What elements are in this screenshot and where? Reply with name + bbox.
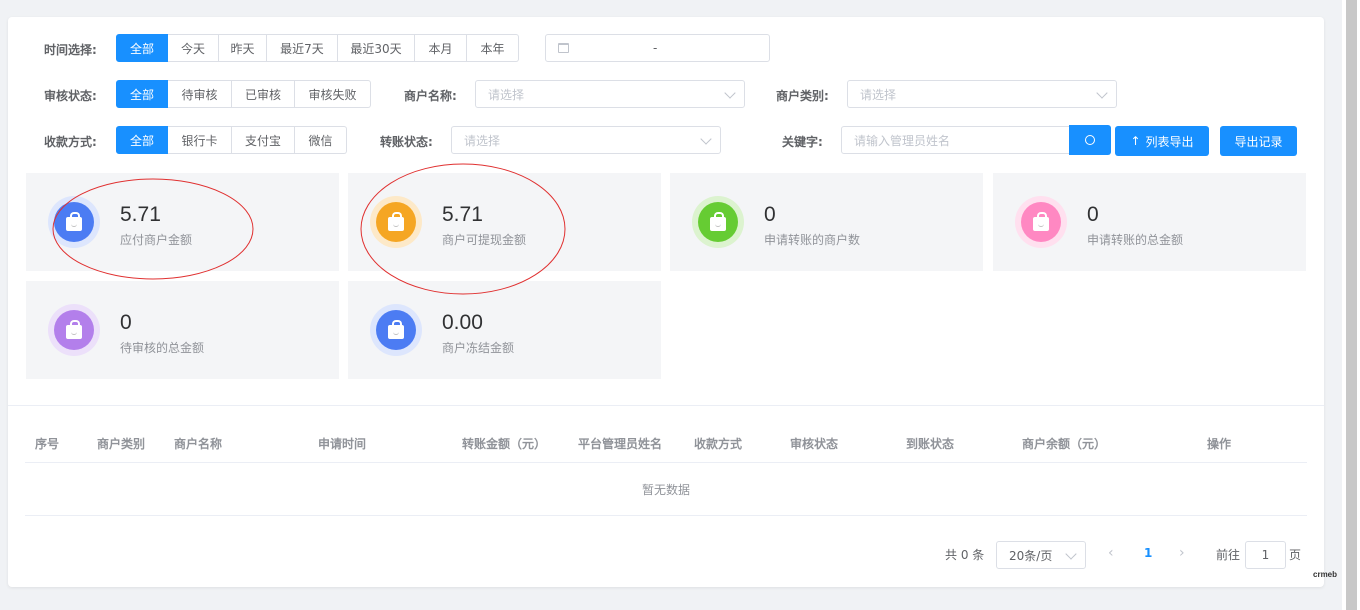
shopping-bag-icon	[388, 320, 404, 339]
crmeb-watermark: crmeb	[1313, 570, 1338, 579]
goto-label: 前往	[1216, 548, 1241, 562]
col-merchant-name: 商户名称	[174, 437, 223, 451]
col-transfer-amount: 转账金额（元）	[462, 437, 547, 451]
stat-label: 待审核的总金额	[120, 341, 205, 355]
next-page-icon[interactable]: ›	[1179, 545, 1185, 561]
col-arrival-status: 到账状态	[906, 437, 955, 451]
annotation-ellipse	[360, 163, 566, 295]
prev-page-icon[interactable]: ‹	[1108, 545, 1114, 561]
page-size-value: 20条/页	[1009, 548, 1053, 563]
col-admin-name: 平台管理员姓名	[578, 437, 663, 451]
scrollbar-track[interactable]	[1342, 0, 1360, 610]
col-actions: 操作	[1207, 437, 1232, 451]
section-divider	[8, 405, 1324, 406]
col-audit-status: 审核状态	[790, 437, 839, 451]
stat-label: 商户冻结金额	[442, 341, 515, 355]
goto-page-input[interactable]: 1	[1245, 541, 1286, 569]
shopping-bag-icon	[66, 320, 82, 339]
pagination-total: 共 0 条	[945, 548, 985, 562]
main-card: 时间选择: 全部 今天 昨天 最近7天 最近30天 本月 本年 - 审核状态: …	[8, 17, 1324, 587]
col-merchant-type: 商户类别	[97, 437, 146, 451]
col-apply-time: 申请时间	[318, 437, 367, 451]
annotation-ellipse	[52, 178, 254, 280]
page-number-current[interactable]: 1	[1144, 546, 1152, 560]
page-size-select[interactable]: 20条/页	[996, 541, 1086, 569]
col-merchant-balance: 商户余额（元）	[1022, 437, 1107, 451]
col-pay-method: 收款方式	[694, 437, 743, 451]
table-empty: 暂无数据	[25, 463, 1307, 516]
chevron-down-icon	[1065, 548, 1077, 560]
scrollbar-thumb[interactable]	[1346, 0, 1357, 610]
annotation-overlay	[52, 163, 566, 295]
page-unit-label: 页	[1289, 548, 1302, 562]
col-index: 序号	[35, 437, 60, 451]
